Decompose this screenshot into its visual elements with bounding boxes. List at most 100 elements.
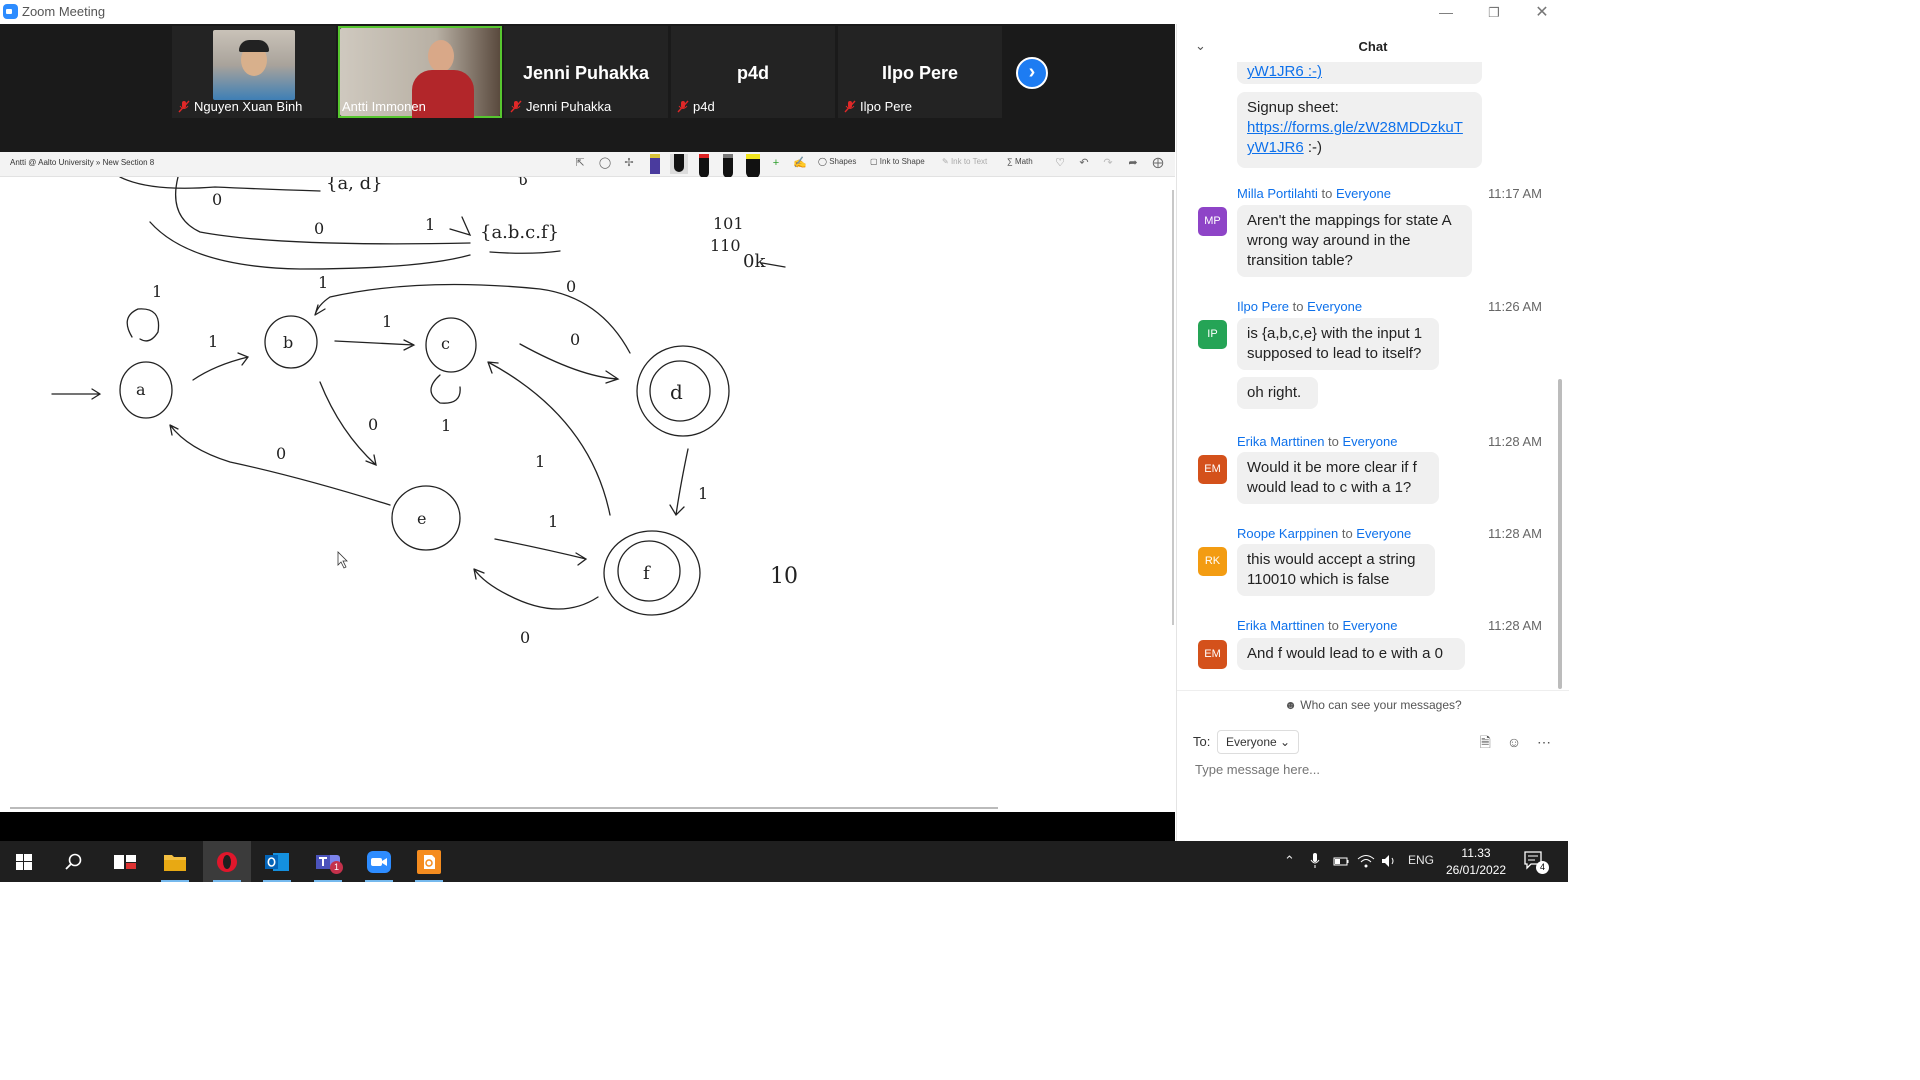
undo-icon[interactable]: ↶ bbox=[1077, 156, 1091, 170]
transition-label: 0 bbox=[212, 190, 222, 209]
next-participants-button[interactable]: › bbox=[1016, 57, 1048, 89]
mic-muted-icon bbox=[677, 100, 689, 113]
participant-tile-active-speaker[interactable]: Antti Immonen bbox=[338, 26, 502, 118]
sender-name[interactable]: Ilpo Pere bbox=[1237, 299, 1289, 314]
person-icon: ☻ bbox=[1284, 698, 1297, 712]
show-hidden-icons-chevron-up-icon[interactable]: ⌃ bbox=[1284, 853, 1295, 869]
sender-name[interactable]: Erika Marttinen bbox=[1237, 618, 1324, 633]
close-button[interactable]: ✕ bbox=[1522, 2, 1562, 22]
chat-link[interactable]: yW1JR6 :-) bbox=[1247, 63, 1322, 80]
collapse-toolbar-icon[interactable]: ⨁ bbox=[1151, 156, 1165, 170]
select-tool-icon[interactable]: ⇱ bbox=[573, 156, 587, 170]
pdf-editor-button[interactable] bbox=[405, 841, 453, 882]
wifi-icon[interactable] bbox=[1357, 853, 1375, 872]
recipient-name: Everyone bbox=[1307, 299, 1363, 314]
task-view-icon bbox=[114, 855, 136, 869]
participant-tile[interactable]: Nguyen Xuan Binh bbox=[172, 26, 336, 118]
participant-tile[interactable]: Ilpo Pere Ilpo Pere bbox=[838, 26, 1002, 118]
mic-muted-icon bbox=[178, 100, 190, 113]
sender-name[interactable]: Erika Marttinen bbox=[1237, 434, 1324, 449]
redo-icon[interactable]: ↷ bbox=[1101, 156, 1115, 170]
math-button[interactable]: ∑ Math bbox=[1007, 157, 1033, 166]
transition-f-e bbox=[473, 568, 599, 610]
search-button[interactable] bbox=[49, 841, 97, 882]
file-icon[interactable]: 🗎 bbox=[1480, 734, 1491, 750]
transition-label: 1 bbox=[535, 452, 545, 471]
participant-name-label: Ilpo Pere bbox=[844, 99, 912, 114]
transition-label: 0 bbox=[314, 219, 324, 238]
file-explorer-button[interactable] bbox=[151, 841, 199, 882]
emoji-icon[interactable]: ☺ bbox=[1507, 734, 1521, 750]
recipient-select[interactable]: Everyone ⌄ bbox=[1217, 730, 1300, 754]
opera-button[interactable] bbox=[203, 841, 251, 882]
recipient-name: Everyone bbox=[1356, 526, 1412, 541]
add-pen-icon[interactable]: + bbox=[769, 156, 783, 170]
microphone-icon[interactable] bbox=[1310, 853, 1320, 872]
minimize-button[interactable]: — bbox=[1426, 2, 1466, 22]
battery-icon[interactable] bbox=[1333, 853, 1349, 872]
start-arrow bbox=[51, 388, 102, 400]
more-options-icon[interactable]: ⋯ bbox=[1537, 734, 1551, 750]
chat-scrollbar[interactable] bbox=[1558, 379, 1562, 689]
touch-draw-icon[interactable]: ✍ bbox=[793, 156, 807, 170]
chevron-down-icon: ⌄ bbox=[1280, 735, 1291, 749]
message-time: 11:28 AM bbox=[1488, 434, 1542, 449]
pan-tool-icon[interactable]: ✢ bbox=[622, 156, 636, 170]
sender-name[interactable]: Milla Portilahti bbox=[1237, 186, 1318, 201]
pen-black-selected-icon[interactable] bbox=[670, 154, 688, 174]
sender-name[interactable]: Roope Karppinen bbox=[1237, 526, 1338, 541]
notification-center-button[interactable]: 4 bbox=[1524, 851, 1549, 874]
notification-bell-icon[interactable]: ♡ bbox=[1053, 156, 1067, 170]
volume-icon[interactable] bbox=[1381, 853, 1397, 872]
zoom-button[interactable] bbox=[355, 841, 403, 882]
chat-panel: ⌄ Chat yW1JR6 :-) Signup sheet: https://… bbox=[1176, 24, 1569, 841]
share-icon[interactable]: ➦ bbox=[1126, 156, 1140, 170]
ink-to-text-button[interactable]: ✎ Ink to Text bbox=[942, 157, 987, 166]
pen-purple-icon[interactable] bbox=[650, 154, 660, 174]
drawing-stroke bbox=[489, 250, 561, 254]
participant-name-label: Nguyen Xuan Binh bbox=[178, 99, 302, 114]
restore-button[interactable]: ❐ bbox=[1474, 2, 1514, 22]
pen-gray-icon[interactable] bbox=[723, 154, 733, 178]
pen-red-icon[interactable] bbox=[699, 154, 709, 178]
teams-button[interactable]: 1 bbox=[304, 841, 352, 882]
lasso-tool-icon[interactable]: ◯ bbox=[598, 156, 612, 170]
notebook-breadcrumb: Antti @ Aalto University » New Section 8 bbox=[10, 158, 155, 167]
participant-video-strip: Nguyen Xuan Binh Antti Immonen Jenni Puh… bbox=[0, 24, 1175, 152]
recipient-name: Everyone bbox=[1342, 618, 1398, 633]
handwritten-dfa-drawing: 0 {a, d} ʋ 0 1 {a.b.c.f} 1 101 110 0k a … bbox=[51, 177, 798, 647]
signup-link[interactable]: yW1JR6 bbox=[1247, 139, 1304, 156]
who-can-see-button[interactable]: ☻ Who can see your messages? bbox=[1177, 690, 1569, 719]
zoom-app-icon bbox=[3, 4, 18, 19]
signup-link[interactable]: https://forms.gle/zW28MDDzkuT bbox=[1247, 119, 1463, 136]
canvas-horizontal-scrollbar[interactable] bbox=[10, 807, 998, 809]
outlook-button[interactable] bbox=[253, 841, 301, 882]
taskbar-clock[interactable]: 11.33 26/01/2022 bbox=[1446, 845, 1506, 879]
chat-message-bubble: this would accept a string 110010 which … bbox=[1237, 544, 1435, 596]
set-label: {a.b.c.f} bbox=[480, 222, 559, 243]
drawing-mark: ʋ bbox=[518, 177, 528, 189]
participant-name-label: Jenni Puhakka bbox=[510, 99, 611, 114]
participant-name-label: Antti Immonen bbox=[342, 99, 426, 114]
task-view-button[interactable] bbox=[101, 841, 149, 882]
shapes-button[interactable]: ◯ Shapes bbox=[818, 157, 856, 166]
transition-label: 1 bbox=[698, 484, 708, 503]
avatar: RK bbox=[1198, 547, 1227, 576]
highlighter-yellow-icon[interactable] bbox=[746, 154, 760, 179]
message-sender-line: Erika Marttinen to Everyone bbox=[1237, 434, 1398, 449]
start-button[interactable] bbox=[0, 841, 48, 882]
language-indicator[interactable]: ENG bbox=[1408, 853, 1434, 867]
state-d-outer-circle bbox=[636, 345, 730, 437]
avatar: EM bbox=[1198, 640, 1227, 669]
participant-tile[interactable]: p4d p4d bbox=[671, 26, 835, 118]
transition-label: 1 bbox=[425, 215, 435, 234]
participant-tile[interactable]: Jenni Puhakka Jenni Puhakka bbox=[504, 26, 668, 118]
message-input[interactable] bbox=[1193, 761, 1557, 778]
ink-to-shape-button[interactable]: ▢ Ink to Shape bbox=[870, 157, 925, 166]
ink-to-text-icon: ✎ bbox=[942, 157, 949, 166]
whiteboard-canvas[interactable]: 0 {a, d} ʋ 0 1 {a.b.c.f} 1 101 110 0k a … bbox=[0, 177, 1175, 812]
transition-e-f bbox=[494, 538, 588, 566]
canvas-vertical-scrollbar[interactable] bbox=[1172, 190, 1174, 625]
chat-message-bubble: Signup sheet: https://forms.gle/zW28MDDz… bbox=[1237, 92, 1482, 168]
drawing-stroke bbox=[761, 262, 786, 268]
